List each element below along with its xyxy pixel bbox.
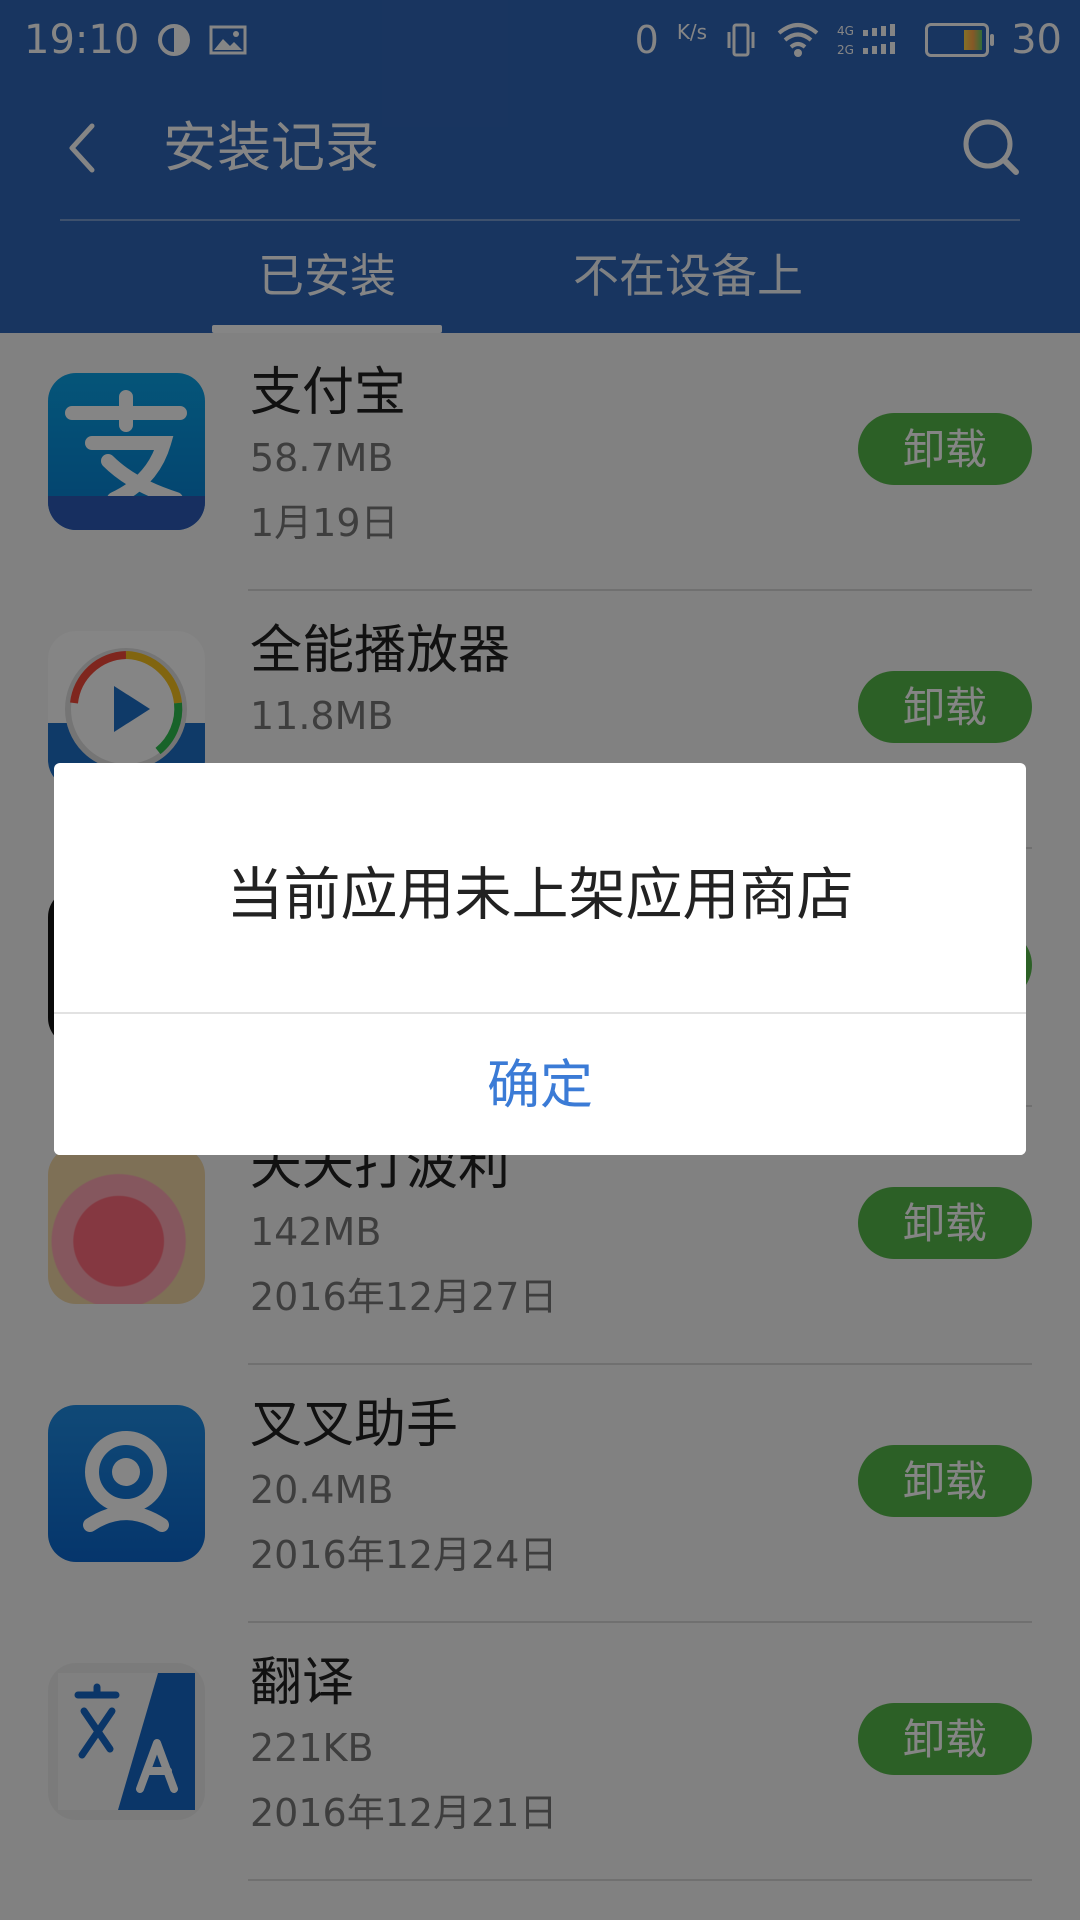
confirm-button[interactable]: 确定 [54,1014,1026,1155]
dialog-message: 当前应用未上架应用商店 [226,862,854,928]
alert-dialog: 当前应用未上架应用商店 确定 [54,763,1026,1155]
